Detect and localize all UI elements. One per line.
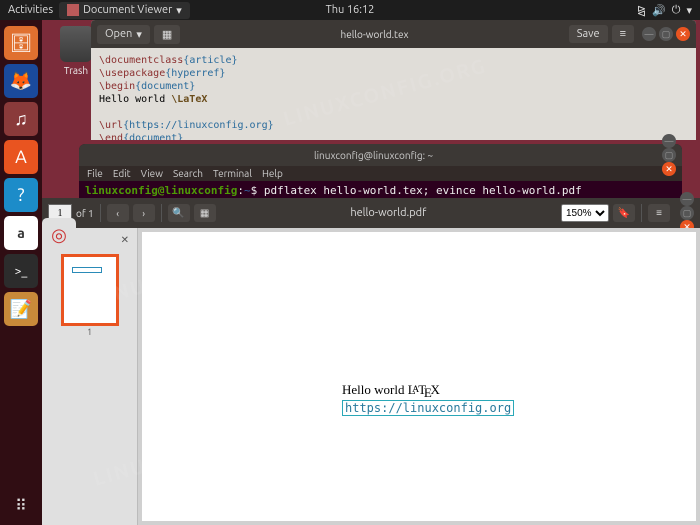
sidebar-close-icon[interactable]: ✕ bbox=[121, 234, 129, 246]
trash-icon bbox=[60, 26, 92, 62]
power-icon[interactable]: ⏻ bbox=[672, 4, 681, 17]
launcher-amazon[interactable]: a bbox=[4, 216, 38, 250]
thumbnail-content bbox=[72, 267, 102, 273]
launcher-software[interactable]: A bbox=[4, 140, 38, 174]
app-menu[interactable]: Document Viewer ▾ bbox=[59, 2, 190, 19]
gedit-window: Open ▾ ▦ hello-world.tex Save ≡ — ▢ ✕ \d… bbox=[91, 20, 696, 140]
launcher-help[interactable]: ? bbox=[4, 178, 38, 212]
terminal-title: linuxconfig@linuxconfig: ~ bbox=[85, 150, 662, 161]
gedit-editor[interactable]: \documentclass{article} \usepackage{hype… bbox=[91, 48, 696, 140]
minimize-icon[interactable]: — bbox=[680, 192, 694, 206]
evince-title: hello-world.pdf bbox=[220, 207, 557, 219]
close-icon[interactable]: ✕ bbox=[676, 27, 690, 41]
maximize-icon[interactable]: ▢ bbox=[659, 27, 673, 41]
pdf-hyperlink[interactable]: https://linuxconfig.org bbox=[342, 400, 514, 416]
audio-icon[interactable]: 🔊 bbox=[652, 4, 666, 17]
gedit-headerbar: Open ▾ ▦ hello-world.tex Save ≡ — ▢ ✕ bbox=[91, 20, 696, 48]
launcher-rhythmbox[interactable]: ♫ bbox=[4, 102, 38, 136]
thumbnail-number: 1 bbox=[64, 327, 116, 337]
evince-sidebar: Thu…✕ 1 bbox=[42, 228, 138, 525]
maximize-icon[interactable]: ▢ bbox=[662, 148, 676, 162]
chevron-down-icon[interactable]: ▾ bbox=[686, 4, 692, 17]
gnome-topbar: Activities Document Viewer ▾ Thu 16:12 ⧎… bbox=[0, 0, 700, 20]
launcher-gedit[interactable]: 📝 bbox=[4, 292, 38, 326]
gedit-title: hello-world.tex bbox=[180, 29, 568, 40]
pdf-text-hello: Hello world LATEX bbox=[342, 382, 440, 401]
hamburger-menu-icon[interactable]: ≡ bbox=[648, 204, 670, 222]
close-icon[interactable]: ✕ bbox=[662, 162, 676, 176]
rendered-page: Hello world LATEX https://linuxconfig.or… bbox=[142, 232, 696, 521]
evince-window: of 1 ‹ › 🔍 ▦ hello-world.pdf 50%100%150%… bbox=[42, 198, 700, 525]
save-button[interactable]: Save bbox=[569, 25, 608, 43]
launcher-files[interactable]: 🗄 bbox=[4, 26, 38, 60]
minimize-icon[interactable]: — bbox=[662, 134, 676, 148]
menu-view[interactable]: View bbox=[141, 168, 163, 179]
terminal-window: linuxconfig@linuxconfig: ~ — ▢ ✕ File Ed… bbox=[79, 144, 682, 204]
next-page-button[interactable]: › bbox=[133, 204, 155, 222]
sidebar-toggle-icon[interactable]: ▦ bbox=[194, 204, 216, 222]
launcher-dock: 🗄 🦊 ♫ A ? a >_ 📝 ◎ ⠿ bbox=[0, 20, 42, 525]
page-thumbnail[interactable]: 1 bbox=[61, 254, 119, 326]
open-button[interactable]: Open ▾ bbox=[97, 25, 150, 44]
menu-help[interactable]: Help bbox=[262, 168, 283, 179]
activities-button[interactable]: Activities bbox=[8, 4, 53, 16]
bookmark-icon[interactable]: 🔖 bbox=[613, 204, 635, 222]
app-menu-label: Document Viewer bbox=[83, 4, 172, 16]
evince-headerbar: of 1 ‹ › 🔍 ▦ hello-world.pdf 50%100%150%… bbox=[42, 198, 700, 228]
hamburger-menu-icon[interactable]: ≡ bbox=[612, 25, 634, 43]
menu-terminal[interactable]: Terminal bbox=[213, 168, 252, 179]
network-icon[interactable]: ⧎ bbox=[637, 4, 646, 17]
menu-edit[interactable]: Edit bbox=[113, 168, 131, 179]
new-tab-button[interactable]: ▦ bbox=[154, 25, 180, 44]
zoom-select[interactable]: 50%100%150%200% bbox=[561, 204, 609, 222]
page-area[interactable]: Hello world LATEX https://linuxconfig.or… bbox=[138, 228, 700, 525]
page-total: of 1 bbox=[76, 208, 94, 219]
show-apps-icon[interactable]: ⠿ bbox=[15, 496, 27, 515]
menu-search[interactable]: Search bbox=[173, 168, 203, 179]
launcher-firefox[interactable]: 🦊 bbox=[4, 64, 38, 98]
launcher-evince[interactable]: ◎ bbox=[42, 218, 76, 252]
minimize-icon[interactable]: — bbox=[642, 27, 656, 41]
evince-app-icon bbox=[67, 4, 79, 16]
terminal-titlebar: linuxconfig@linuxconfig: ~ — ▢ ✕ bbox=[79, 144, 682, 166]
maximize-icon[interactable]: ▢ bbox=[680, 206, 694, 220]
prev-page-button[interactable]: ‹ bbox=[107, 204, 129, 222]
terminal-menubar: File Edit View Search Terminal Help bbox=[79, 166, 682, 181]
launcher-terminal[interactable]: >_ bbox=[4, 254, 38, 288]
menu-file[interactable]: File bbox=[87, 168, 103, 179]
search-icon[interactable]: 🔍 bbox=[168, 204, 190, 222]
clock[interactable]: Thu 16:12 bbox=[326, 4, 375, 16]
